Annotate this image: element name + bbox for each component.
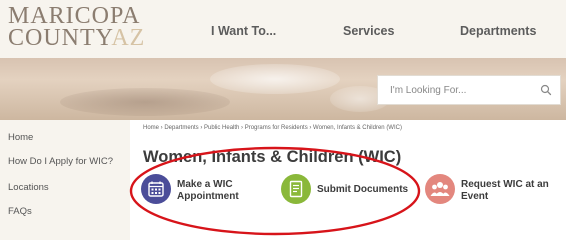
request-event-label: Request WIC at an Event xyxy=(461,179,549,202)
site-header: MARICOPA COUNTYAZ I Want To... Services … xyxy=(0,0,566,58)
logo-line-1: MARICOPA xyxy=(8,3,141,29)
sidebar-item-faqs[interactable]: FAQs xyxy=(8,206,32,217)
nav-i-want-to[interactable]: I Want To... xyxy=(211,24,276,38)
breadcrumb[interactable]: Home › Departments › Public Health › Pro… xyxy=(143,125,402,131)
sidebar-item-home[interactable]: Home xyxy=(8,132,33,143)
logo-line-2: COUNTYAZ xyxy=(8,25,146,51)
request-wic-event-button[interactable]: Request WIC at an Event xyxy=(425,174,563,206)
sidebar-item-locations[interactable]: Locations xyxy=(8,182,49,193)
nav-departments[interactable]: Departments xyxy=(460,24,536,38)
highlight-ellipse xyxy=(129,146,421,236)
maricopa-county-logo[interactable]: MARICOPA COUNTYAZ xyxy=(8,3,146,51)
search-box xyxy=(377,75,561,105)
sidebar-nav: Home How Do I Apply for WIC? Locations F… xyxy=(0,120,130,240)
sidebar-item-how-to-apply[interactable]: How Do I Apply for WIC? xyxy=(8,156,113,167)
nav-services[interactable]: Services xyxy=(343,24,394,38)
search-icon[interactable] xyxy=(540,84,552,96)
people-icon xyxy=(425,174,455,204)
search-input[interactable] xyxy=(378,76,538,104)
